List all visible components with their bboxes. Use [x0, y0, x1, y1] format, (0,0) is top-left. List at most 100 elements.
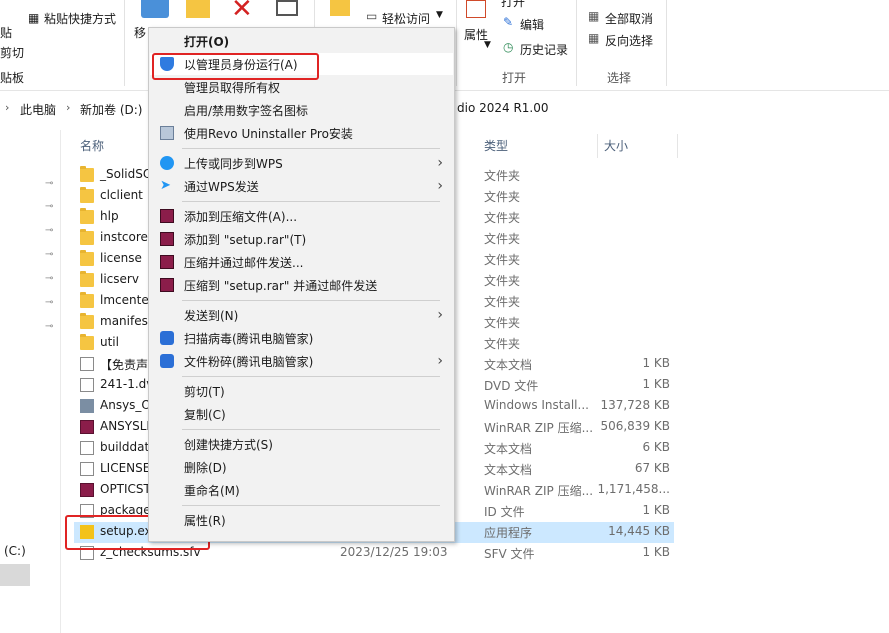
menu-item-compress-email[interactable]: 压缩并通过邮件发送... [150, 251, 453, 273]
menu-item-create-shortcut[interactable]: 创建快捷方式(S) [150, 433, 453, 455]
folder-icon [80, 229, 94, 245]
menu-item-cut[interactable]: 剪切(T) [150, 380, 453, 402]
menu-item-open[interactable]: 打开(O) [150, 30, 453, 52]
ribbon-divider [666, 0, 667, 86]
folder-icon [80, 271, 94, 287]
chevron-right-icon: › [5, 101, 10, 114]
text-file-icon [80, 357, 94, 371]
open-group-label: 打开 [502, 71, 527, 85]
pin-icon: ⊸ [45, 321, 54, 332]
folder-icon [80, 187, 94, 203]
easy-access-icon: ▭ [366, 9, 378, 23]
chevron-right-icon: › [437, 353, 443, 369]
folder-icon [80, 208, 94, 224]
select-none-button[interactable]: 全部取消 [605, 10, 653, 27]
tencent-shield-icon [160, 354, 174, 368]
ribbon-divider [576, 0, 577, 86]
run-as-admin-highlight-box [152, 53, 319, 80]
menu-item-properties[interactable]: 属性(R) [150, 509, 453, 531]
cut-label[interactable]: 剪切 [0, 44, 24, 61]
menu-item-tencent-shred[interactable]: 文件粉碎(腾讯电脑管家) › [150, 350, 453, 372]
menu-item-rename[interactable]: 重命名(M) [150, 479, 453, 501]
paste-shortcut-icon[interactable]: ▦ [28, 11, 39, 25]
menu-item-wps-send[interactable]: ➤ 通过WPS发送 › [150, 175, 453, 197]
menu-item-tencent-scan[interactable]: 扫描病毒(腾讯电脑管家) [150, 327, 453, 349]
column-header-size[interactable]: 大小 [604, 134, 628, 158]
paste-label[interactable]: 贴 [0, 24, 12, 41]
menu-item-toggle-signature[interactable]: 启用/禁用数字签名图标 [150, 99, 453, 121]
text-file-icon [80, 441, 94, 455]
menu-item-delete[interactable]: 删除(D) [150, 456, 453, 478]
context-menu: 打开(O) 以管理员身份运行(A) 管理员取得所有权 启用/禁用数字签名图标 使… [148, 27, 455, 542]
invert-selection-icon: ▦ [588, 31, 600, 45]
select-group-label: 选择 [607, 71, 632, 85]
invert-selection-button[interactable]: 反向选择 [605, 32, 653, 49]
menu-item-send-to[interactable]: 发送到(N) › [150, 304, 453, 326]
column-header-name[interactable]: 名称 [80, 134, 104, 158]
winrar-icon [160, 278, 174, 292]
rename-icon[interactable] [276, 0, 298, 16]
installer-icon [80, 399, 94, 413]
folder-icon [80, 166, 94, 182]
chevron-down-icon[interactable]: ▼ [436, 10, 443, 20]
menu-item-compress-setup-email[interactable]: 压缩到 "setup.rar" 并通过邮件发送 [150, 274, 453, 296]
menu-item-add-archive[interactable]: 添加到压缩文件(A)... [150, 205, 453, 227]
pin-icon: ⊸ [45, 273, 54, 284]
edit-button[interactable]: 编辑 [520, 16, 544, 33]
menu-item-wps-upload[interactable]: 上传或同步到WPS › [150, 152, 453, 174]
chevron-right-icon: › [437, 155, 443, 171]
winrar-icon [160, 209, 174, 223]
pin-icon: ⊸ [45, 178, 54, 189]
move-to-button[interactable]: 移 [134, 24, 146, 41]
menu-separator [182, 148, 440, 149]
move-to-icon[interactable] [141, 0, 169, 18]
menu-separator [182, 505, 440, 506]
select-none-icon: ▦ [588, 9, 600, 23]
cloud-icon [160, 156, 174, 170]
revo-uninstaller-icon [160, 126, 174, 140]
easy-access-button[interactable]: 轻松访问 [382, 10, 430, 27]
folder-icon [80, 313, 94, 329]
chevron-down-icon[interactable]: ▼ [484, 40, 491, 50]
chevron-right-icon: › [437, 178, 443, 194]
breadcrumb-drive-d[interactable]: 新加卷 (D:) [80, 101, 142, 118]
breadcrumb-this-pc[interactable]: 此电脑 [20, 101, 56, 118]
tencent-shield-icon [160, 331, 174, 345]
copy-to-icon[interactable] [186, 0, 210, 18]
chevron-right-icon: › [437, 307, 443, 323]
text-file-icon [80, 462, 94, 476]
nav-selected-item[interactable] [0, 564, 30, 586]
nav-drive-c[interactable]: (C:) [4, 544, 26, 558]
new-folder-icon[interactable] [330, 0, 350, 16]
history-button[interactable]: 历史记录 [520, 41, 568, 58]
winrar-icon [160, 232, 174, 246]
menu-separator [182, 300, 440, 301]
menu-separator [182, 201, 440, 202]
rar-archive-icon [80, 420, 94, 434]
pin-icon: ⊸ [45, 201, 54, 212]
navigation-pane: ⊸ ⊸ ⊸ ⊸ ⊸ ⊸ ⊸ (C:) [0, 130, 61, 633]
chevron-right-icon: › [66, 101, 71, 114]
breadcrumb-current-folder[interactable]: dio 2024 R1.00 [457, 101, 549, 115]
edit-icon: ✎ [503, 15, 514, 29]
column-divider [597, 134, 598, 158]
menu-item-add-setup-rar[interactable]: 添加到 "setup.rar"(T) [150, 228, 453, 250]
column-header-type[interactable]: 类型 [484, 134, 508, 158]
pin-icon: ⊸ [45, 249, 54, 260]
folder-icon [80, 250, 94, 266]
paste-shortcut-button[interactable]: 粘贴快捷方式 [44, 10, 116, 27]
ribbon-divider [124, 0, 125, 86]
menu-item-copy[interactable]: 复制(C) [150, 403, 453, 425]
ribbon-divider [456, 0, 457, 86]
text-file-icon [80, 378, 94, 392]
winrar-icon [160, 255, 174, 269]
open-button[interactable]: 打开 [501, 0, 525, 10]
folder-icon [80, 334, 94, 350]
history-icon: ◷ [503, 40, 514, 54]
properties-icon[interactable] [466, 0, 486, 18]
pin-icon: ⊸ [45, 297, 54, 308]
send-arrow-icon: ➤ [160, 178, 171, 193]
menu-item-revo-install[interactable]: 使用Revo Uninstaller Pro安装 [150, 122, 453, 144]
delete-icon[interactable]: ✕ [231, 0, 253, 24]
pin-icon: ⊸ [45, 225, 54, 236]
